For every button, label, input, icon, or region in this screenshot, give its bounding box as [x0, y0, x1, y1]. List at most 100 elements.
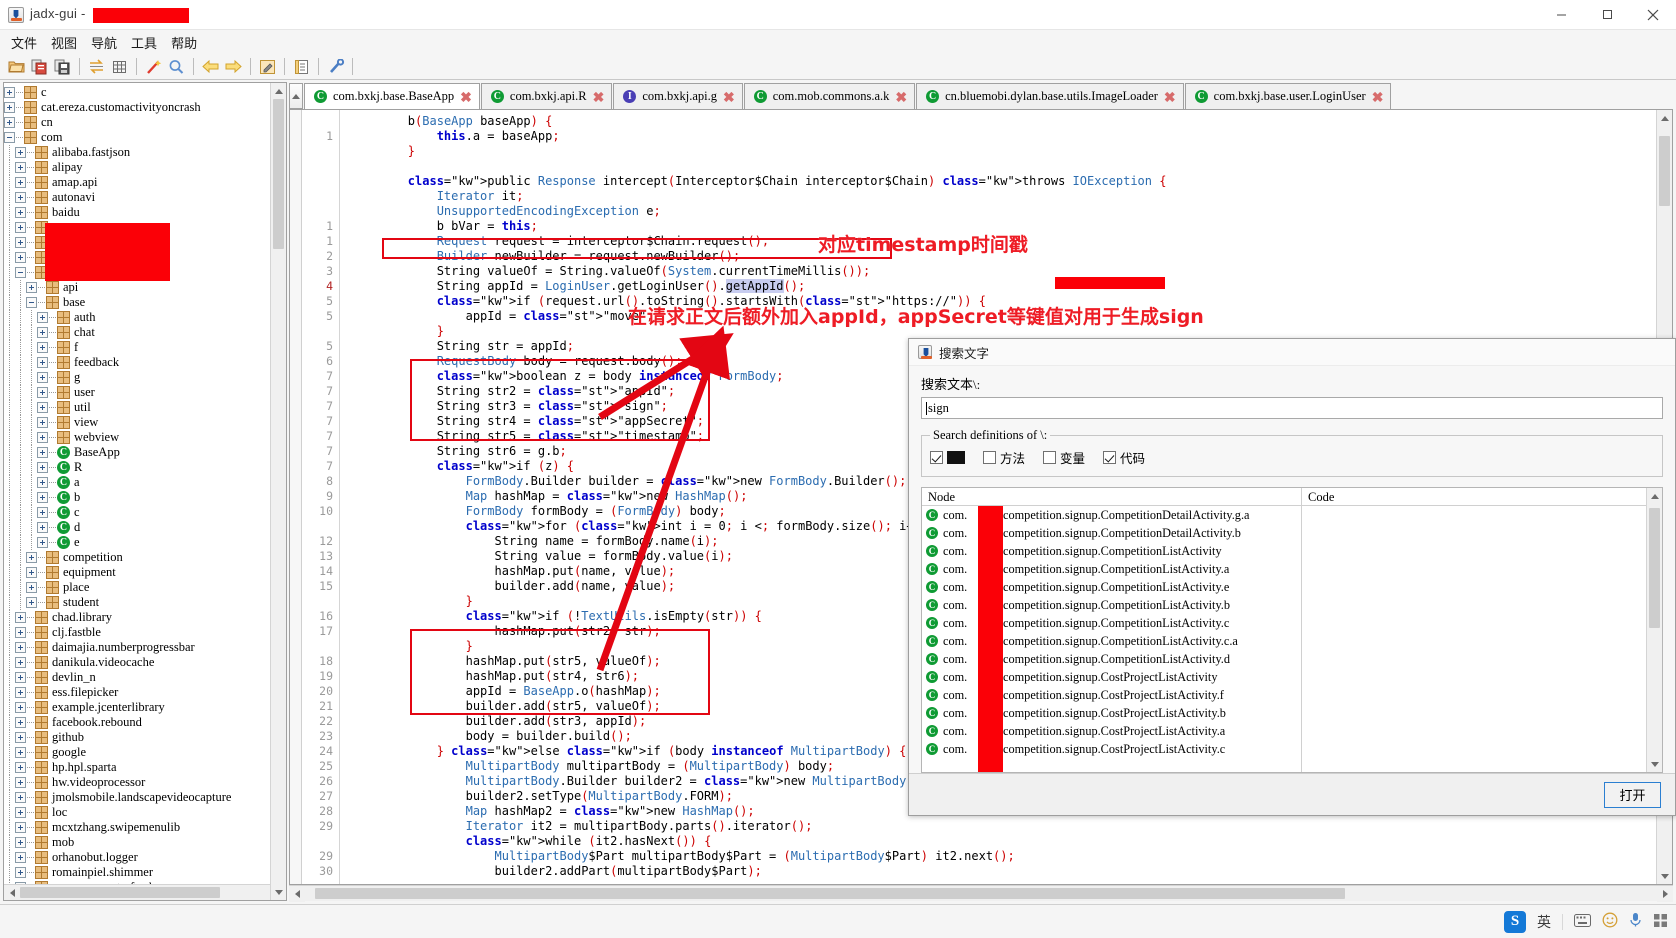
tree-toggle-plus-icon[interactable] [15, 237, 26, 248]
tree-horizontal-scrollbar[interactable] [4, 884, 286, 900]
tree-toggle-plus-icon[interactable] [37, 402, 48, 413]
minimize-button[interactable] [1538, 0, 1584, 30]
smiley-icon[interactable] [1602, 912, 1618, 931]
tree-node[interactable]: mob [4, 835, 286, 850]
tree-vertical-scrollbar[interactable] [270, 83, 286, 900]
tree-node[interactable]: devlin_n [4, 670, 286, 685]
checkbox-code-box[interactable] [1103, 451, 1117, 464]
column-header-node[interactable]: Node [922, 488, 1301, 506]
results-scroll-up-icon[interactable] [1647, 488, 1662, 504]
tree-node[interactable]: Ca [4, 475, 286, 490]
tree-toggle-plus-icon[interactable] [15, 687, 26, 698]
tab-close-icon[interactable]: ✖ [1372, 90, 1384, 104]
tree-toggle-plus-icon[interactable] [37, 477, 48, 488]
tree-toggle-plus-icon[interactable] [26, 582, 37, 593]
keyboard-icon[interactable] [1574, 913, 1591, 930]
editor-tab[interactable]: Ccom.bxkj.api.R ✖ [480, 83, 613, 109]
tree-node[interactable]: orhanobut.logger [4, 850, 286, 865]
menu-file[interactable]: 文件 [4, 31, 44, 54]
tree-toggle-plus-icon[interactable] [37, 417, 48, 428]
tab-close-icon[interactable]: ✖ [723, 90, 735, 104]
tree-toggle-plus-icon[interactable] [15, 642, 26, 653]
tree-toggle-plus-icon[interactable] [15, 177, 26, 188]
menu-tools[interactable]: 工具 [124, 31, 164, 54]
maximize-button[interactable] [1584, 0, 1630, 30]
results-scroll-thumb[interactable] [1649, 508, 1660, 628]
tree-toggle-plus-icon[interactable] [15, 672, 26, 683]
tree-hscroll-left-icon[interactable] [4, 885, 20, 900]
search-input[interactable]: sign [921, 397, 1663, 419]
tree-toggle-plus-icon[interactable] [4, 87, 15, 98]
tree-scroll-thumb[interactable] [273, 99, 284, 249]
checkbox-code[interactable]: 代码 [1103, 448, 1145, 467]
tab-close-icon[interactable]: ✖ [593, 90, 605, 104]
tree-node[interactable]: ess.filepicker [4, 685, 286, 700]
more-icon[interactable] [1653, 913, 1668, 931]
results-scroll-track[interactable] [1647, 504, 1662, 756]
tree-node[interactable]: daimajia.numberprogressbar [4, 640, 286, 655]
tree-toggle-plus-icon[interactable] [15, 762, 26, 773]
tree-scroll-down-icon[interactable] [271, 884, 286, 900]
tree-toggle-plus-icon[interactable] [37, 312, 48, 323]
tree-node[interactable]: competition [4, 550, 286, 565]
tree-node[interactable]: c [4, 85, 286, 100]
tree-toggle-plus-icon[interactable] [15, 162, 26, 173]
tree-toggle-plus-icon[interactable] [15, 867, 26, 878]
search-results-table[interactable]: Node Ccom. competition.signup.Competition… [921, 487, 1663, 773]
save-all-icon[interactable] [51, 56, 74, 78]
tree-toggle-plus-icon[interactable] [37, 432, 48, 443]
tree-node[interactable]: mcxtzhang.swipemenulib [4, 820, 286, 835]
tree-toggle-plus-icon[interactable] [26, 567, 37, 578]
tree-toggle-plus-icon[interactable] [37, 537, 48, 548]
tree-toggle-plus-icon[interactable] [37, 522, 48, 533]
tree-toggle-minus-icon[interactable] [26, 297, 37, 308]
tree-node[interactable]: base [4, 295, 286, 310]
tree-node[interactable]: hw.videoprocessor [4, 775, 286, 790]
checkbox-field[interactable]: 变量 [1043, 448, 1085, 467]
editor-tab[interactable]: Ccom.mob.commons.a.k ✖ [743, 83, 916, 109]
tree-node[interactable]: view [4, 415, 286, 430]
tree-node[interactable]: Cd [4, 520, 286, 535]
tab-close-icon[interactable]: ✖ [460, 90, 472, 104]
tree-toggle-plus-icon[interactable] [15, 252, 26, 263]
tree-toggle-plus-icon[interactable] [15, 822, 26, 833]
open-file-icon[interactable] [5, 56, 28, 78]
editor-scroll-thumb[interactable] [1659, 136, 1670, 206]
log-viewer-icon[interactable] [256, 56, 279, 78]
tree-node[interactable]: loc [4, 805, 286, 820]
open-button[interactable]: 打开 [1604, 781, 1661, 808]
editor-scroll-down-icon[interactable] [1657, 868, 1672, 884]
tab-scroll-up-icon[interactable] [289, 83, 303, 109]
tree-node[interactable]: cn [4, 115, 286, 130]
tree-toggle-plus-icon[interactable] [37, 357, 48, 368]
tree-scroll-track[interactable] [271, 99, 286, 884]
editor-hscroll-thumb[interactable] [315, 888, 1345, 899]
editor-hscroll-right-icon[interactable] [1657, 886, 1673, 902]
tree-hscroll-track[interactable] [20, 885, 270, 900]
tree-node[interactable]: Cc [4, 505, 286, 520]
tree-node[interactable]: scwang.smartrefresh [4, 880, 286, 884]
tree-node[interactable]: clj.fastble [4, 625, 286, 640]
tree-node[interactable]: jmolsmobile.landscapevideocapture [4, 790, 286, 805]
menu-navigation[interactable]: 导航 [84, 31, 124, 54]
tree-toggle-minus-icon[interactable] [4, 132, 15, 143]
tree-node[interactable]: alipay [4, 160, 286, 175]
tree-scroll-up-icon[interactable] [271, 83, 286, 99]
column-header-code[interactable]: Code [1302, 488, 1662, 506]
tree-toggle-plus-icon[interactable] [15, 702, 26, 713]
close-button[interactable] [1630, 0, 1676, 30]
menu-help[interactable]: 帮助 [164, 31, 204, 54]
tree-node[interactable]: cat.ereza.customactivityoncrash [4, 100, 286, 115]
tree-toggle-plus-icon[interactable] [15, 852, 26, 863]
tab-close-icon[interactable]: ✖ [895, 90, 907, 104]
tree-toggle-plus-icon[interactable] [37, 327, 48, 338]
tree-toggle-plus-icon[interactable] [37, 492, 48, 503]
tree-node[interactable]: example.jcenterlibrary [4, 700, 286, 715]
copy-icon[interactable] [28, 56, 51, 78]
tree-node[interactable]: feedback [4, 355, 286, 370]
tree-node[interactable]: google [4, 745, 286, 760]
results-scroll-down-icon[interactable] [1647, 756, 1662, 772]
tree-node[interactable]: com [4, 130, 286, 145]
preferences-wrench-icon[interactable] [324, 56, 347, 78]
tree-toggle-plus-icon[interactable] [15, 222, 26, 233]
